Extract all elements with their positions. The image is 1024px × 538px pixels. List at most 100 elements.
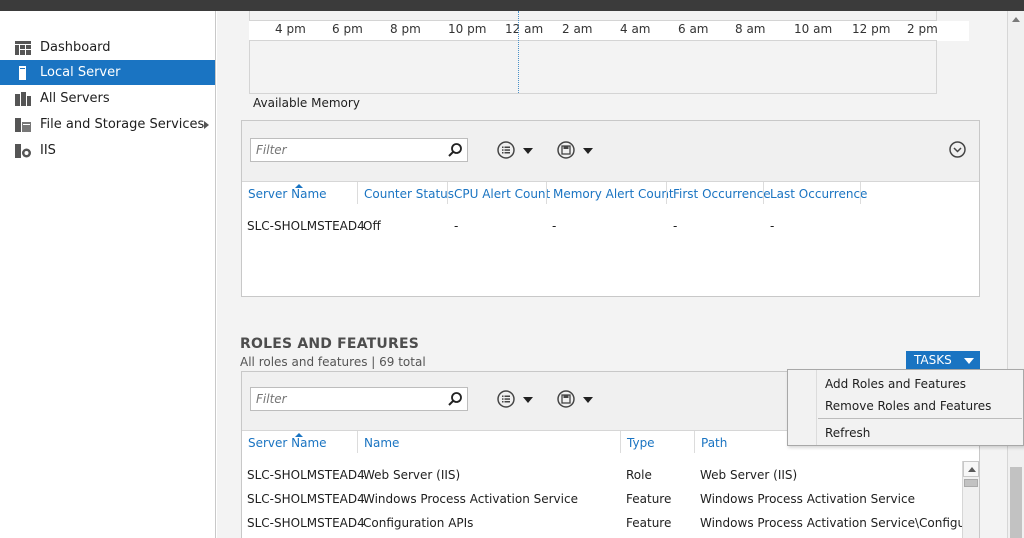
server-icon: [19, 66, 26, 80]
column-divider[interactable]: [357, 182, 358, 204]
column-header-first-occurrence[interactable]: First Occurrence: [673, 187, 771, 201]
main-scrollbar[interactable]: [1007, 11, 1024, 538]
tasks-menu: Add Roles and Features Remove Roles and …: [787, 369, 1024, 446]
performance-filter-field[interactable]: [250, 138, 468, 162]
cell-cpu-alert: -: [454, 219, 459, 233]
time-tick: 8 am: [735, 22, 766, 36]
list-icon: [497, 141, 515, 159]
scroll-up-icon[interactable]: [1012, 17, 1020, 22]
time-tick: 2 am: [562, 22, 593, 36]
scrollbar-thumb[interactable]: [964, 479, 978, 487]
save-query-button[interactable]: [557, 389, 601, 411]
column-header-last-occurrence[interactable]: Last Occurrence: [770, 187, 867, 201]
column-divider[interactable]: [694, 431, 695, 453]
scroll-up-button[interactable]: [963, 461, 979, 477]
cell-path: Windows Process Activation Service: [700, 492, 915, 506]
section-title: ROLES AND FEATURES: [240, 336, 419, 352]
cell-name: Web Server (IIS): [363, 468, 461, 482]
save-icon: [557, 390, 575, 408]
sidebar-item-label: Dashboard: [40, 40, 111, 55]
list-icon: [497, 390, 515, 408]
expand-icon[interactable]: [949, 141, 966, 158]
chevron-down-icon: [523, 148, 533, 154]
time-tick: 12 pm: [852, 22, 891, 36]
time-tick: 8 pm: [390, 22, 421, 36]
cell-memory-alert: -: [552, 219, 557, 233]
cell-server-name: SLC-SHOLMSTEAD4: [247, 492, 365, 506]
cell-server-name: SLC-SHOLMSTEAD4: [247, 516, 365, 530]
view-options-button[interactable]: [497, 389, 541, 411]
time-tick: 10 am: [794, 22, 833, 36]
time-tick: 4 am: [620, 22, 651, 36]
column-header-memory-alert[interactable]: Memory Alert Count: [553, 187, 674, 201]
menu-item-refresh[interactable]: Refresh: [825, 426, 870, 440]
cell-name: Windows Process Activation Service: [363, 492, 578, 506]
filter-input[interactable]: [251, 388, 441, 410]
cell-server-name: SLC-SHOLMSTEAD4: [247, 219, 365, 233]
menu-divider: [818, 418, 1022, 419]
cell-name: Configuration APIs: [363, 516, 474, 530]
sidebar-item-label: Local Server: [40, 65, 121, 80]
dashboard-icon: [15, 41, 31, 55]
column-header-server-name[interactable]: Server Name: [248, 187, 327, 201]
time-tick: 10 pm: [448, 22, 487, 36]
cell-counter-status: Off: [363, 219, 381, 233]
save-query-button[interactable]: [557, 140, 601, 162]
column-header-cpu-alert[interactable]: CPU Alert Count: [454, 187, 550, 201]
column-header-server-name[interactable]: Server Name: [248, 436, 327, 450]
cell-type: Feature: [626, 516, 672, 530]
column-header-counter-status[interactable]: Counter Status: [364, 187, 454, 201]
cell-path: Web Server (IIS): [700, 468, 798, 482]
chart-title: Available Memory: [253, 96, 360, 110]
column-header-path[interactable]: Path: [701, 436, 727, 450]
view-options-button[interactable]: [497, 140, 541, 162]
section-subtitle: All roles and features | 69 total: [240, 355, 426, 369]
cell-first-occurrence: -: [673, 219, 678, 233]
iis-icon: [15, 144, 31, 158]
chevron-down-icon: [964, 358, 974, 364]
sidebar-item-all-servers[interactable]: All Servers: [0, 86, 215, 111]
chevron-right-icon[interactable]: [204, 121, 209, 129]
time-tick: 2 pm: [907, 22, 938, 36]
chevron-down-icon: [583, 148, 593, 154]
storage-icon: [15, 118, 31, 132]
time-tick: 4 pm: [275, 22, 306, 36]
menu-gutter: [816, 370, 817, 445]
column-divider[interactable]: [666, 182, 667, 204]
tasks-button[interactable]: TASKS: [906, 351, 980, 370]
sidebar-item-local-server[interactable]: Local Server: [0, 60, 215, 85]
column-divider[interactable]: [357, 431, 358, 453]
sidebar-item-dashboard[interactable]: Dashboard: [0, 35, 215, 60]
column-header-name[interactable]: Name: [364, 436, 399, 450]
chevron-down-icon: [583, 397, 593, 403]
chevron-down-icon: [523, 397, 533, 403]
filter-input[interactable]: [251, 139, 441, 161]
search-icon[interactable]: [447, 391, 463, 407]
sidebar-item-file-storage[interactable]: File and Storage Services: [0, 112, 215, 137]
column-divider[interactable]: [620, 431, 621, 453]
memory-chart-plot: [249, 40, 937, 94]
column-header-type[interactable]: Type: [627, 436, 655, 450]
column-divider[interactable]: [447, 182, 448, 204]
servers-icon: [15, 92, 31, 106]
sidebar-item-label: IIS: [40, 143, 56, 158]
menu-item-remove-roles[interactable]: Remove Roles and Features: [825, 399, 991, 413]
save-icon: [557, 141, 575, 159]
roles-filter-field[interactable]: [250, 387, 468, 411]
time-tick: 6 pm: [332, 22, 363, 36]
chart-upper-plot: [249, 11, 937, 21]
cell-last-occurrence: -: [770, 219, 775, 233]
column-divider[interactable]: [546, 182, 547, 204]
menu-item-add-roles[interactable]: Add Roles and Features: [825, 377, 966, 391]
tasks-label: TASKS: [914, 353, 952, 367]
column-divider[interactable]: [763, 182, 764, 204]
cell-type: Feature: [626, 492, 672, 506]
table-scrollbar[interactable]: [962, 461, 979, 538]
cell-server-name: SLC-SHOLMSTEAD4: [247, 468, 365, 482]
sidebar-item-label: File and Storage Services: [40, 117, 205, 132]
column-divider[interactable]: [860, 182, 861, 204]
current-time-marker: [518, 11, 519, 93]
search-icon[interactable]: [447, 142, 463, 158]
sidebar-item-iis[interactable]: IIS: [0, 138, 215, 163]
scrollbar-thumb[interactable]: [1010, 467, 1022, 538]
